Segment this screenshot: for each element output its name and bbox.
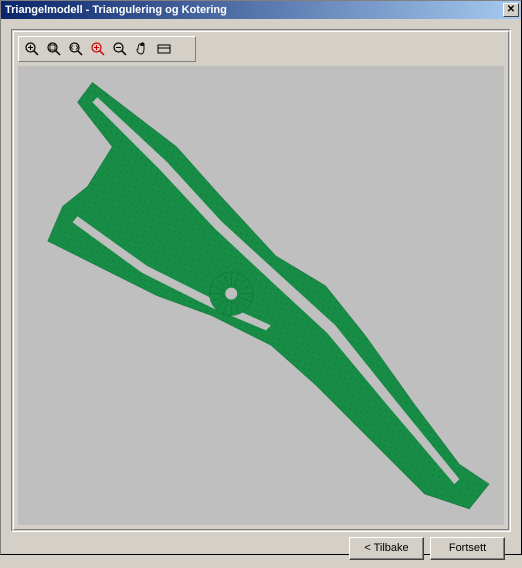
zoom-in-red-icon[interactable]	[88, 39, 108, 59]
zoom-in-icon[interactable]	[22, 39, 42, 59]
continue-button[interactable]: Fortsett	[430, 537, 505, 560]
window-title: Triangelmodell - Triangulering og Koteri…	[5, 4, 503, 16]
panel-inner	[13, 31, 509, 530]
close-button[interactable]: ✕	[503, 3, 519, 17]
triangulation-canvas[interactable]	[18, 66, 504, 525]
dialog-window: Triangelmodell - Triangulering og Koteri…	[0, 0, 522, 555]
main-panel	[11, 29, 511, 532]
pan-icon[interactable]	[132, 39, 152, 59]
back-button[interactable]: < Tilbake	[349, 537, 424, 560]
titlebar: Triangelmodell - Triangulering og Koteri…	[1, 1, 521, 19]
model-view	[18, 66, 504, 525]
view-toolbar	[18, 36, 196, 62]
dialog-footer: < Tilbake Fortsett	[11, 532, 511, 560]
content-area: < Tilbake Fortsett	[1, 19, 521, 568]
zoom-extents-icon[interactable]	[66, 39, 86, 59]
zoom-out-icon[interactable]	[110, 39, 130, 59]
zoom-window-icon[interactable]	[44, 39, 64, 59]
options-icon[interactable]	[154, 39, 174, 59]
